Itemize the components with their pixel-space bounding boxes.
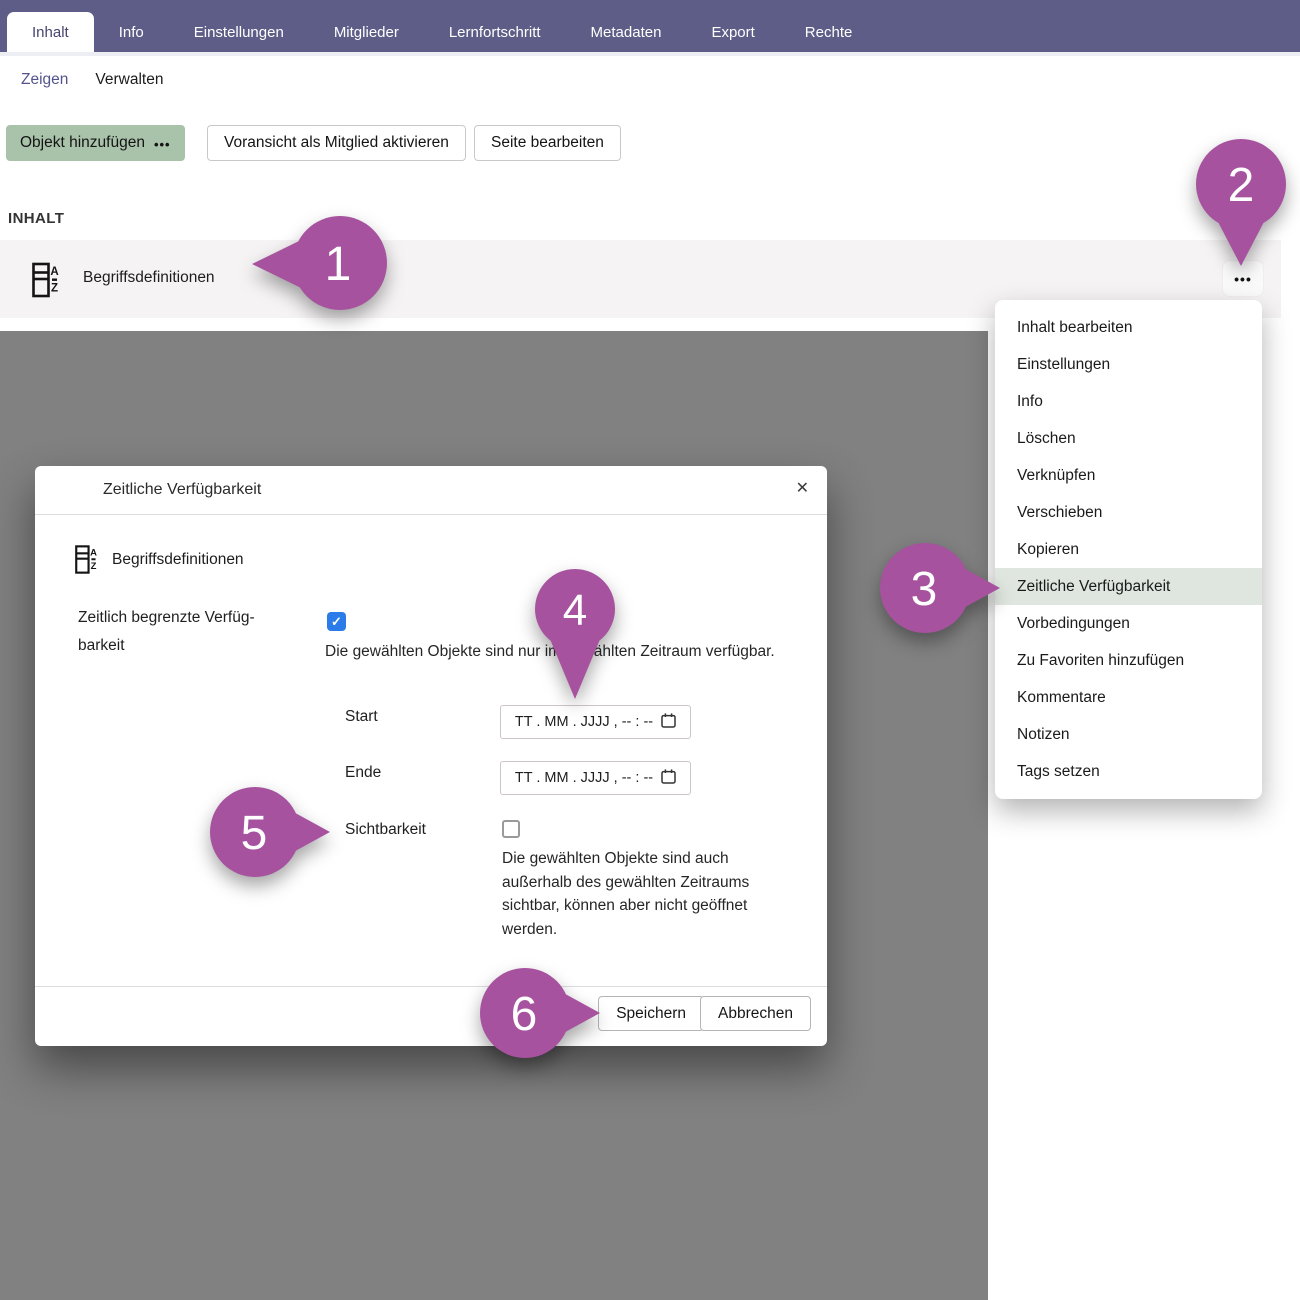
start-datetime-input[interactable]: TT . MM . JJJJ , -- : -- (500, 705, 691, 739)
save-button[interactable]: Speichern (598, 996, 704, 1031)
modal-title: Zeitliche Verfügbarkeit (103, 481, 261, 499)
calendar-icon[interactable] (661, 713, 676, 732)
svg-text:A: A (50, 266, 58, 278)
end-label: Ende (345, 764, 381, 782)
start-datetime-placeholder: TT . MM . JJJJ , -- : -- (515, 714, 653, 730)
menu-item-notizen[interactable]: Notizen (995, 716, 1262, 753)
modal-object-title: Begriffsdefinitionen (112, 551, 244, 569)
modal-footer: Speichern Abbrechen (35, 986, 827, 1046)
checkmark-icon: ✓ (331, 614, 342, 630)
sub-tabs: Zeigen Verwalten (21, 71, 163, 89)
subtab-zeigen[interactable]: Zeigen (21, 71, 68, 89)
menu-item-tags-setzen[interactable]: Tags setzen (995, 753, 1262, 790)
tab-metadaten[interactable]: Metadaten (566, 12, 687, 52)
svg-text:4: 4 (563, 586, 587, 635)
content-item-title-link[interactable]: Begriffsdefinitionen (83, 269, 215, 287)
item-actions-menu: Inhalt bearbeiten Einstellungen Info Lös… (995, 300, 1262, 799)
availability-label: Zeitlich begrenzte Verfüg­barkeit (78, 604, 285, 660)
calendar-icon[interactable] (661, 769, 676, 788)
visibility-checkbox[interactable] (502, 820, 520, 838)
tab-info[interactable]: Info (94, 12, 169, 52)
menu-item-einstellungen[interactable]: Einstellungen (995, 346, 1262, 383)
menu-item-zu-favoriten[interactable]: Zu Favoriten hinzufügen (995, 642, 1262, 679)
end-datetime-input[interactable]: TT . MM . JJJJ , -- : -- (500, 761, 691, 795)
close-icon[interactable]: ✕ (796, 478, 809, 498)
preview-as-member-button[interactable]: Voransicht als Mitglied aktivieren (207, 125, 466, 161)
start-label: Start (345, 708, 378, 726)
annotation-pin-3: 3 (880, 542, 1000, 634)
tab-einstellungen[interactable]: Einstellungen (169, 12, 309, 52)
cancel-button[interactable]: Abbrechen (700, 996, 811, 1031)
glossary-icon: A Z (75, 544, 98, 580)
menu-item-verknuepfen[interactable]: Verknüpfen (995, 457, 1262, 494)
tab-rechte[interactable]: Rechte (780, 12, 878, 52)
annotation-pin-4: 4 (533, 569, 617, 699)
top-navigation: Inhalt Info Einstellungen Mitglieder Ler… (0, 0, 1300, 52)
tab-inhalt[interactable]: Inhalt (7, 12, 94, 52)
tab-lernfortschritt[interactable]: Lernfortschritt (424, 12, 566, 52)
menu-item-loeschen[interactable]: Löschen (995, 420, 1262, 457)
add-object-label: Objekt hinzufügen (20, 134, 145, 152)
annotation-pin-6: 6 (480, 967, 600, 1059)
menu-item-zeitliche-verfuegbarkeit[interactable]: Zeitliche Verfügbarkeit (995, 568, 1262, 605)
menu-item-info[interactable]: Info (995, 383, 1262, 420)
svg-text:Z: Z (51, 283, 58, 295)
menu-item-kommentare[interactable]: Kommentare (995, 679, 1262, 716)
svg-text:A: A (90, 547, 97, 558)
modal-header: Zeitliche Verfügbarkeit ✕ (35, 466, 827, 515)
menu-item-kopieren[interactable]: Kopieren (995, 531, 1262, 568)
menu-item-verschieben[interactable]: Verschieben (995, 494, 1262, 531)
tab-mitglieder[interactable]: Mitglieder (309, 12, 424, 52)
visibility-label: Sichtbarkeit (345, 821, 426, 839)
svg-text:1: 1 (325, 238, 352, 291)
tab-export[interactable]: Export (686, 12, 779, 52)
svg-text:Z: Z (91, 561, 97, 572)
svg-text:5: 5 (241, 807, 268, 860)
subtab-verwalten[interactable]: Verwalten (95, 71, 163, 89)
annotation-pin-1: 1 (252, 215, 387, 311)
svg-text:2: 2 (1228, 159, 1255, 212)
menu-item-vorbedingungen[interactable]: Vorbedingungen (995, 605, 1262, 642)
glossary-icon: A Z (32, 262, 60, 303)
annotation-pin-2: 2 (1195, 138, 1287, 266)
content-section-heading: INHALT (8, 210, 64, 227)
end-datetime-placeholder: TT . MM . JJJJ , -- : -- (515, 770, 653, 786)
svg-text:6: 6 (511, 988, 538, 1041)
add-object-button[interactable]: Objekt hinzufügen ••• (6, 125, 185, 161)
menu-item-inhalt-bearbeiten[interactable]: Inhalt bearbeiten (995, 309, 1262, 346)
availability-modal: Zeitliche Verfügbarkeit ✕ A Z Begriffsde… (35, 466, 827, 1046)
availability-checkbox[interactable]: ✓ (327, 612, 346, 631)
edit-page-button[interactable]: Seite bearbeiten (474, 125, 621, 161)
annotation-pin-5: 5 (210, 786, 330, 878)
svg-text:3: 3 (911, 563, 938, 616)
visibility-description: Die gewählten Objekte sind auch außerhal… (502, 847, 792, 941)
ellipsis-icon: ••• (154, 135, 171, 152)
